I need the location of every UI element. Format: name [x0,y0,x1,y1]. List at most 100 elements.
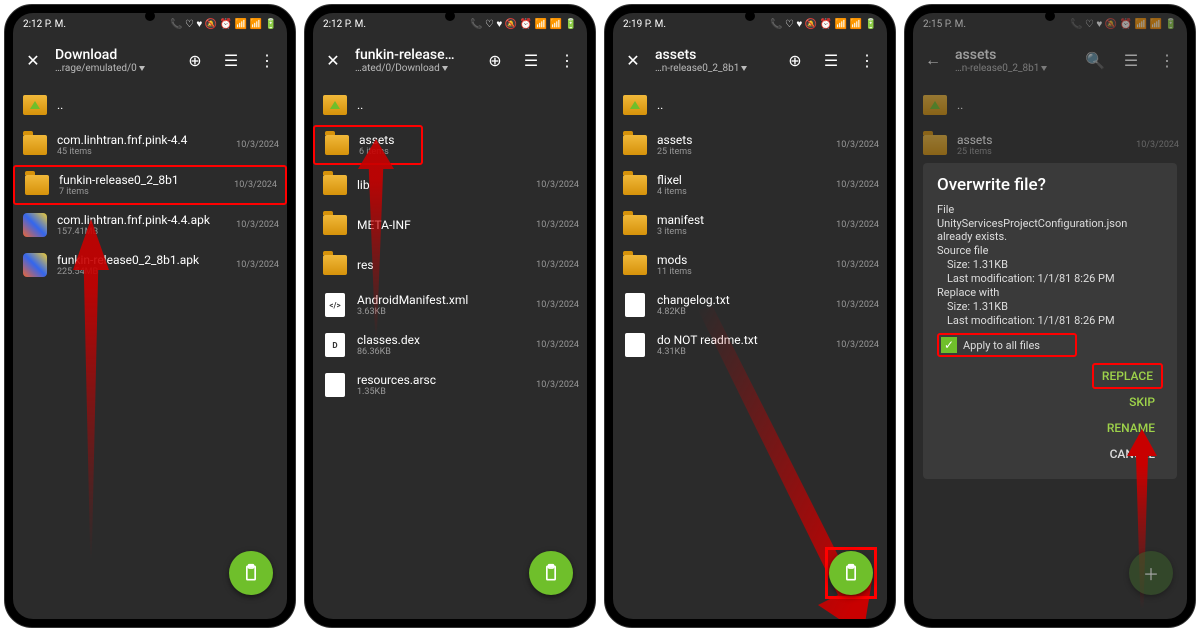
repl-mod: Last modification: 1/1/81 8:26 PM [937,314,1163,327]
folder-icon [23,135,47,155]
title-wrap[interactable]: assets …n-release0_2_8b1 [955,47,1073,74]
file-icon: D [325,333,345,357]
folder-icon [623,215,647,235]
repl-label: Replace with [937,286,1163,299]
list-item[interactable]: manifest3 items 10/3/2024 [613,205,887,245]
folder-up-icon [923,95,947,115]
list-view-icon[interactable]: ☰ [817,46,845,74]
add-fab[interactable]: ＋ [1129,551,1173,595]
replace-button[interactable]: REPLACE [1092,363,1163,389]
search-icon[interactable]: 🔍 [1081,46,1109,74]
top-bar: ✕ Download …rage/emulated/0 ⊕ ☰ ⋮ [13,35,287,85]
list-item[interactable]: res 10/3/2024 [313,245,587,285]
src-size: Size: 1.31KB [937,258,1163,271]
chevron-down-icon [741,66,747,71]
back-icon[interactable]: ← [919,46,947,74]
folder-icon [623,255,647,275]
status-time: 2:12 P. M. [23,19,66,30]
chevron-down-icon [442,66,448,71]
close-icon[interactable]: ✕ [619,46,647,74]
folder-icon [623,135,647,155]
camera-punch [745,11,755,21]
file-icon [625,333,645,357]
subtitle: …n-release0_2_8b1 [955,63,1073,74]
list-item[interactable]: resources.arsc1.35KB 10/3/2024 [313,365,587,405]
skip-button[interactable]: SKIP [1121,389,1163,415]
list-item[interactable]: assets25 items 10/3/2024 [913,125,1187,165]
list-item-highlighted[interactable]: funkin-release0_2_8b17 items 10/3/2024 [13,165,287,205]
status-icons: 📞 ♡ ♥ 🔕 ⏰ 📶 📶 🔋 [470,19,577,30]
list-item[interactable]: assets25 items 10/3/2024 [613,125,887,165]
top-bar: ✕ funkin-release… …ated/0/Download ⊕ ☰ ⋮ [313,35,587,85]
close-icon[interactable]: ✕ [19,46,47,74]
camera-punch [445,11,455,21]
paste-fab[interactable] [529,551,573,595]
file-icon [325,373,345,397]
overwrite-dialog: Overwrite file? File UnityServicesProjec… [923,163,1177,479]
list-item[interactable]: do NOT readme.txt4.31KB 10/3/2024 [613,325,887,365]
overflow-icon[interactable]: ⋮ [853,46,881,74]
file-list: .. assets6 items lib 10/3/2024 META-INF … [313,85,587,619]
overflow-icon[interactable]: ⋮ [253,46,281,74]
list-item[interactable]: flixel4 items 10/3/2024 [613,165,887,205]
file-msg: UnityServicesProjectConfiguration.json a… [937,217,1163,243]
phone-2: 2:12 P. M. 📞 ♡ ♥ 🔕 ⏰ 📶 📶 🔋 ✕ funkin-rele… [304,4,596,628]
overflow-icon[interactable]: ⋮ [553,46,581,74]
list-item[interactable]: D classes.dex86.36KB 10/3/2024 [313,325,587,365]
list-item[interactable]: com.linhtran.fnf.pink-4.445 items 10/3/2… [13,125,287,165]
screen-2: 2:12 P. M. 📞 ♡ ♥ 🔕 ⏰ 📶 📶 🔋 ✕ funkin-rele… [313,13,587,619]
list-item[interactable]: com.linhtran.fnf.pink-4.4.apk157.41MB 10… [13,205,287,245]
apply-all-row[interactable]: ✓ Apply to all files [937,333,1077,357]
checkbox-checked-icon[interactable]: ✓ [941,337,957,353]
screen-3: 2:19 P. M. 📞 ♡ ♥ 🔕 ⏰ 📶 📶 🔋 ✕ assets …n-r… [613,13,887,619]
phone-1: 2:12 P. M. 📞 ♡ ♥ 🔕 ⏰ 📶 📶 🔋 ✕ Download …r… [4,4,296,628]
overflow-icon[interactable]: ⋮ [1153,46,1181,74]
title-wrap[interactable]: funkin-release… …ated/0/Download [355,47,473,74]
list-item-highlighted[interactable]: assets6 items [313,125,423,165]
status-icons: 📞 ♡ ♥ 🔕 ⏰ 📶 📶 🔋 [170,19,277,30]
list-item[interactable]: META-INF 10/3/2024 [313,205,587,245]
title: assets [955,47,1073,63]
close-icon[interactable]: ✕ [319,46,347,74]
title-wrap[interactable]: assets …n-release0_2_8b1 [655,47,773,74]
phone-4: 2:15 P. M. 📞 ♡ ♥ 🔕 ⏰ 📶 📶 🔋 ← assets …n-r… [904,4,1196,628]
paste-fab[interactable] [829,551,873,595]
chevron-down-icon [139,66,145,71]
list-item[interactable]: funkin-release0_2_8b1.apk225.54MB 10/3/2… [13,245,287,285]
status-time: 2:15 P. M. [923,19,966,30]
folder-icon [325,135,349,155]
file-icon [625,293,645,317]
chevron-down-icon [1041,66,1047,71]
title: Download [55,47,173,63]
list-item-up[interactable]: .. [313,85,587,125]
rename-button[interactable]: RENAME [1099,415,1163,441]
list-item[interactable]: </> AndroidManifest.xml3.63KB 10/3/2024 [313,285,587,325]
list-item-up[interactable]: .. [13,85,287,125]
list-item[interactable]: lib 10/3/2024 [313,165,587,205]
list-item-up[interactable]: .. [613,85,887,125]
status-icons: 📞 ♡ ♥ 🔕 ⏰ 📶 📶 🔋 [770,19,877,30]
list-item[interactable]: changelog.txt4.82KB 10/3/2024 [613,285,887,325]
file-list: .. com.linhtran.fnf.pink-4.445 items 10/… [13,85,287,619]
src-mod: Last modification: 1/1/81 8:26 PM [937,272,1163,285]
list-view-icon[interactable]: ☰ [517,46,545,74]
folder-icon [623,175,647,195]
folder-icon [323,175,347,195]
title-wrap[interactable]: Download …rage/emulated/0 [55,47,173,74]
cancel-button[interactable]: CANCEL [1102,441,1163,467]
phone-3: 2:19 P. M. 📞 ♡ ♥ 🔕 ⏰ 📶 📶 🔋 ✕ assets …n-r… [604,4,896,628]
apk-icon [23,253,47,277]
add-icon[interactable]: ⊕ [181,46,209,74]
status-time: 2:19 P. M. [623,19,666,30]
add-icon[interactable]: ⊕ [481,46,509,74]
screen-4: 2:15 P. M. 📞 ♡ ♥ 🔕 ⏰ 📶 📶 🔋 ← assets …n-r… [913,13,1187,619]
list-item-up[interactable]: .. [913,85,1187,125]
status-icons: 📞 ♡ ♥ 🔕 ⏰ 📶 📶 🔋 [1070,19,1177,30]
list-item[interactable]: mods11 items 10/3/2024 [613,245,887,285]
list-view-icon[interactable]: ☰ [1117,46,1145,74]
repl-size: Size: 1.31KB [937,300,1163,313]
camera-punch [145,11,155,21]
paste-fab[interactable] [229,551,273,595]
add-icon[interactable]: ⊕ [781,46,809,74]
list-view-icon[interactable]: ☰ [217,46,245,74]
